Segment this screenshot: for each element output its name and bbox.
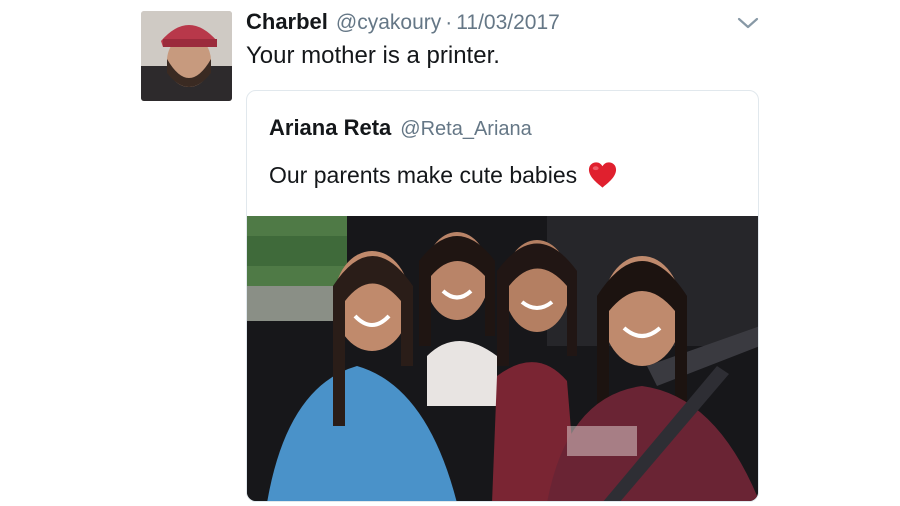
tweet-header: Charbel @cyakoury · 11/03/2017 <box>246 9 560 39</box>
tweet-date[interactable]: 11/03/2017 <box>456 11 560 35</box>
quoted-author-handle[interactable]: @Reta_Ariana <box>400 118 531 141</box>
quoted-tweet-text-row: Our parents make cute babies <box>269 160 618 190</box>
quoted-author-name[interactable]: Ariana Reta <box>269 115 391 141</box>
author-name[interactable]: Charbel <box>246 9 328 35</box>
avatar[interactable] <box>141 11 232 101</box>
quoted-tweet-header: Ariana Reta @Reta_Ariana <box>269 115 532 141</box>
quoted-tweet-photo[interactable] <box>247 216 758 501</box>
author-handle[interactable]: @cyakoury <box>336 11 441 35</box>
avatar-photo <box>141 11 232 101</box>
quoted-tweet-text: Our parents make cute babies <box>269 161 578 188</box>
photo-image <box>247 216 758 501</box>
red-heart-icon <box>587 160 618 190</box>
quoted-tweet-card[interactable]: Ariana Reta @Reta_Ariana Our parents mak… <box>246 90 759 502</box>
tweet-text: Your mother is a printer. <box>246 42 500 69</box>
separator-dot: · <box>445 11 453 34</box>
chevron-down-icon[interactable] <box>735 14 761 32</box>
tweet: Charbel @cyakoury · 11/03/2017 Your moth… <box>0 0 900 506</box>
